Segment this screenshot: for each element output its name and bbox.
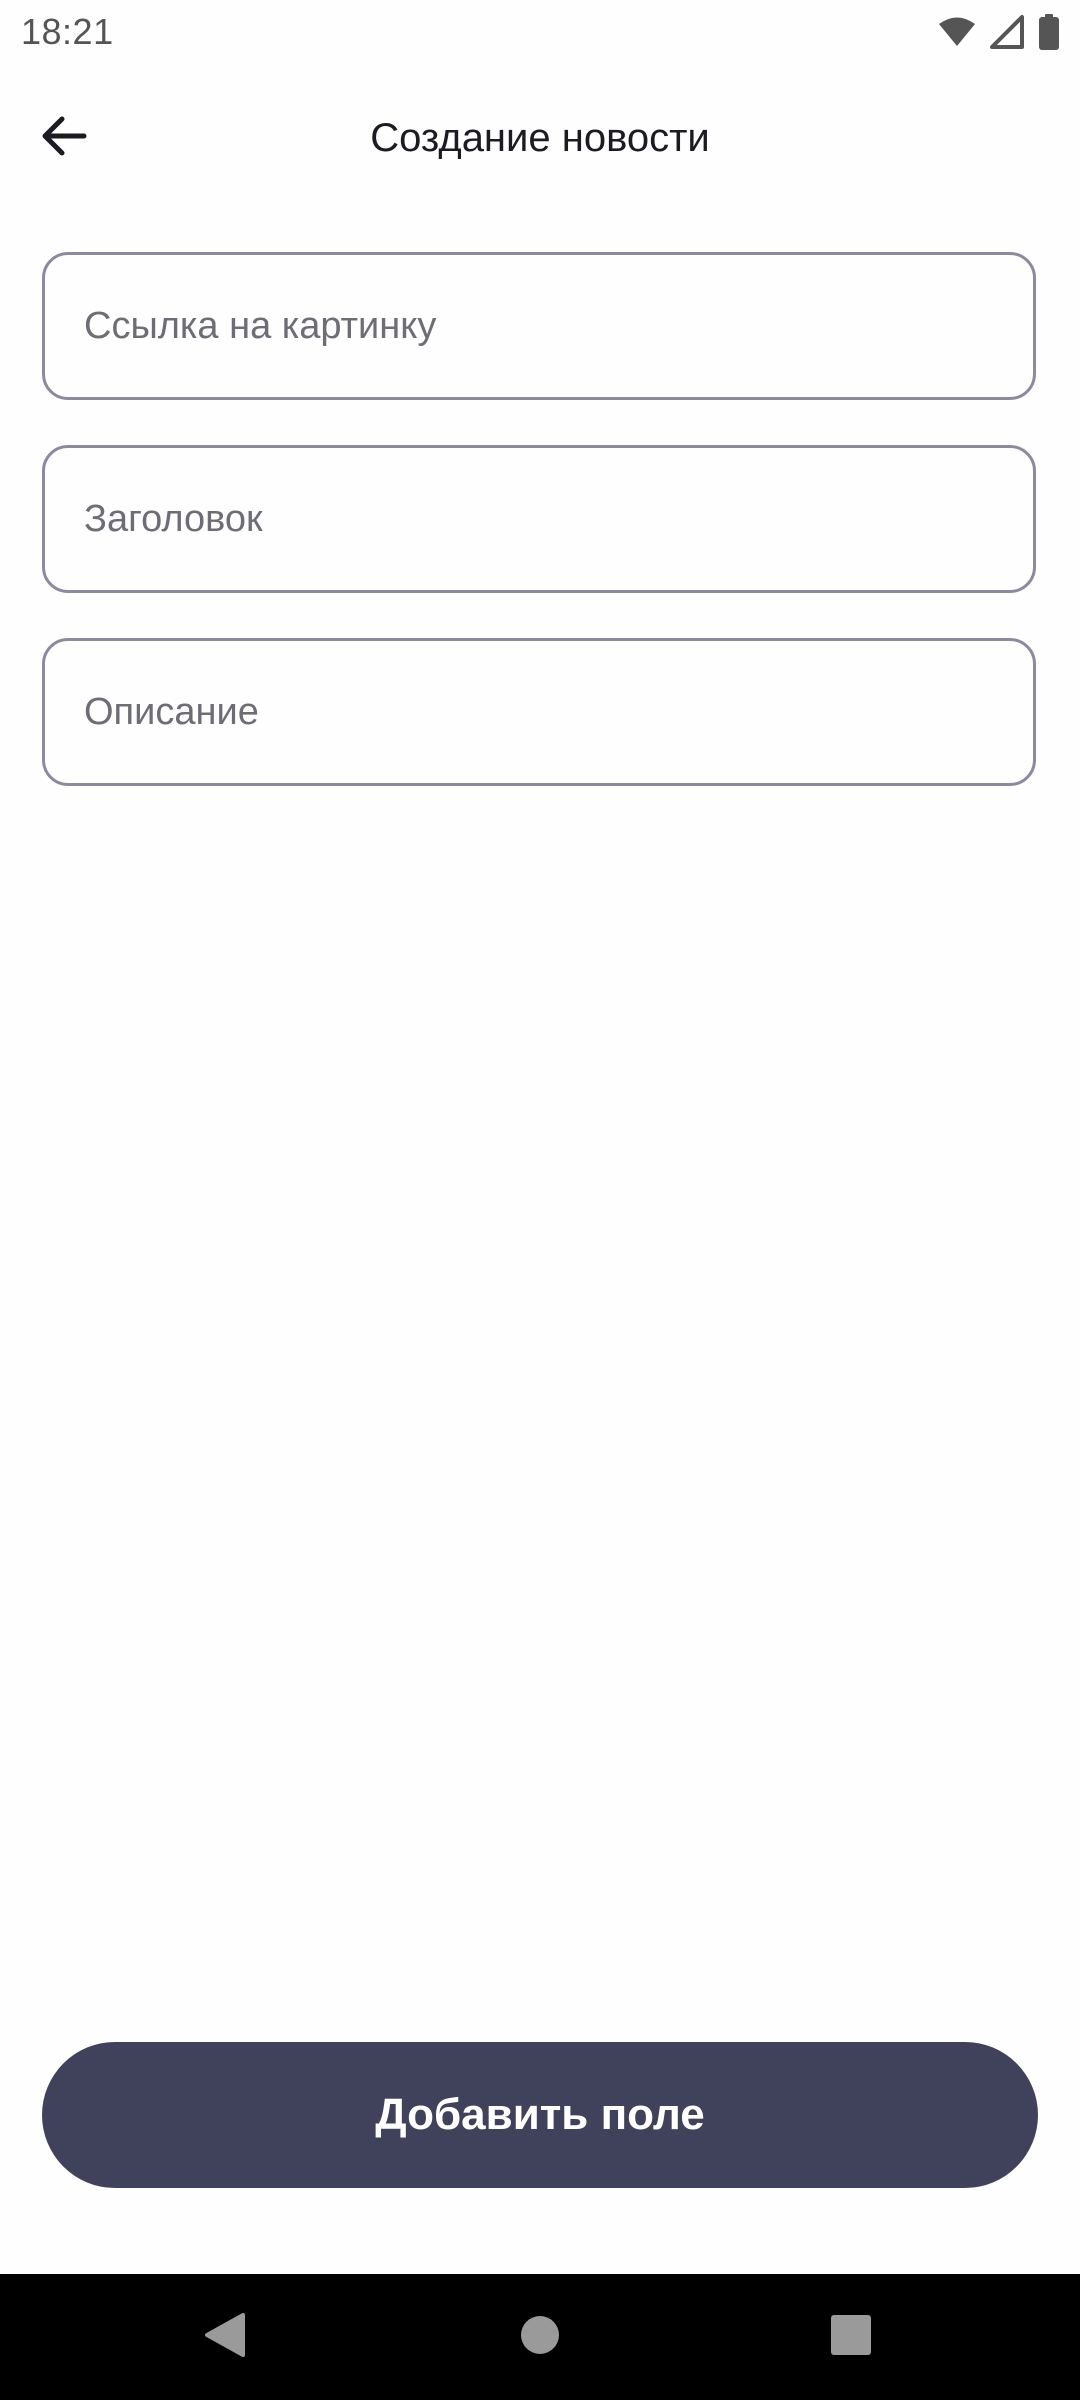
nav-back-icon — [203, 2312, 247, 2363]
image-link-field[interactable] — [42, 252, 1036, 400]
system-nav-bar — [0, 2274, 1080, 2400]
nav-recents-icon — [830, 2314, 872, 2361]
nav-back-button[interactable] — [192, 2304, 258, 2370]
add-field-button[interactable]: Добавить поле — [42, 2042, 1038, 2188]
battery-icon — [1038, 14, 1060, 55]
page-title: Создание новости — [370, 116, 710, 160]
title-input[interactable] — [84, 448, 984, 590]
app-bar: Создание новости — [0, 66, 1080, 210]
description-input[interactable] — [84, 641, 984, 783]
title-field[interactable] — [42, 445, 1036, 593]
nav-recents-button[interactable] — [818, 2304, 884, 2370]
status-bar: 18:21 — [0, 0, 1080, 66]
cellular-signal-icon — [990, 15, 1024, 54]
nav-home-icon — [520, 2315, 560, 2360]
status-time: 18:21 — [21, 11, 114, 52]
status-icons — [938, 14, 1060, 55]
description-field[interactable] — [42, 638, 1036, 786]
image-link-input[interactable] — [84, 255, 984, 397]
nav-home-button[interactable] — [507, 2304, 573, 2370]
wifi-icon — [938, 17, 976, 52]
